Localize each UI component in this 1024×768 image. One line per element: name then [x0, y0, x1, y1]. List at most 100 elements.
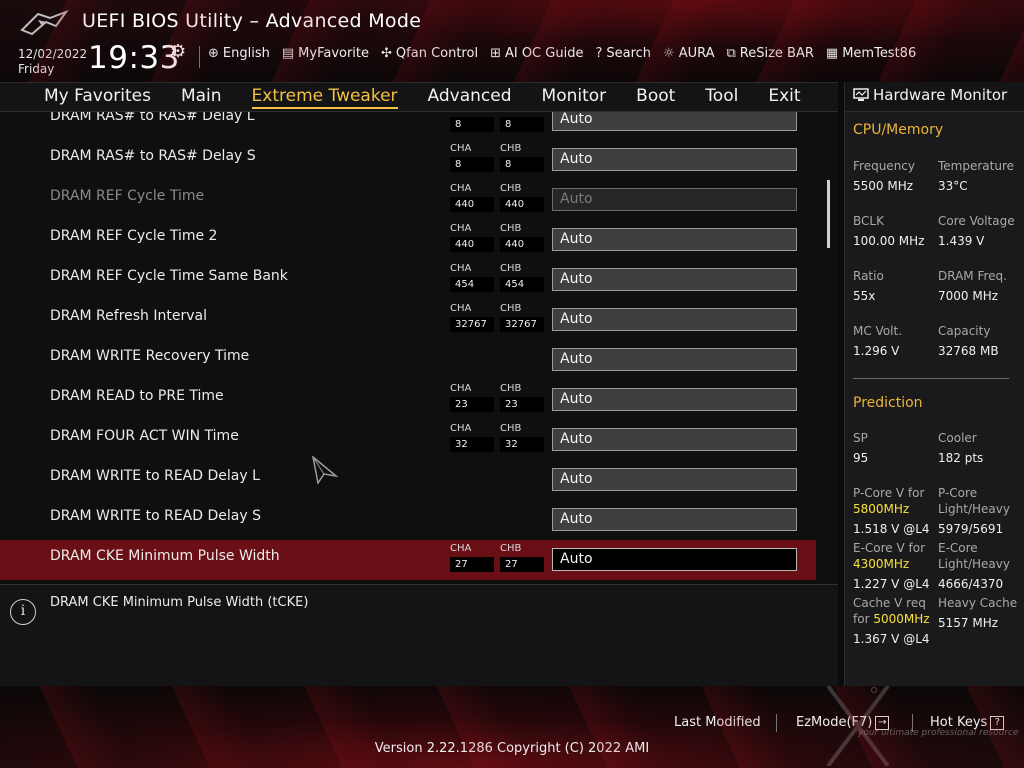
channel-b-readout: CHB 27 — [500, 543, 544, 572]
setting-row[interactable]: DRAM WRITE to READ Delay S Auto — [0, 500, 816, 540]
toolbar-item-qfan-control[interactable]: ✣ Qfan Control — [381, 46, 478, 61]
toolbar-label: MemTest86 — [842, 46, 917, 61]
stat-key: Ratio — [853, 269, 884, 283]
stat-value: 5500 MHz — [853, 179, 914, 193]
cpu-stat-capacity: Capacity 32768 MB — [938, 323, 999, 359]
setting-value-field[interactable]: Auto — [552, 308, 797, 331]
channel-value: 8 — [450, 117, 494, 132]
cpu-stat-bclk: BCLK 100.00 MHz — [853, 213, 924, 249]
last-modified-button[interactable]: Last Modified — [674, 715, 761, 730]
tab-advanced[interactable]: Advanced — [428, 86, 512, 109]
prediction-cooler: Cooler 182 pts — [938, 431, 984, 465]
setting-value-field[interactable]: Auto — [552, 428, 797, 451]
tab-main[interactable]: Main — [181, 86, 222, 109]
date-text: 12/02/2022 — [18, 47, 88, 61]
monitor-icon — [853, 88, 869, 101]
setting-row[interactable]: DRAM REF Cycle Time CHA 440 CHB 440 Auto — [0, 180, 816, 220]
cpu-stat-frequency: Frequency 5500 MHz — [853, 158, 915, 194]
channel-value: 23 — [450, 397, 494, 412]
tab-my-favorites[interactable]: My Favorites — [44, 86, 151, 109]
channel-caption: CHA — [450, 112, 494, 115]
toolbar-item-ai-oc-guide[interactable]: ⊞ AI OC Guide — [490, 46, 583, 61]
setting-value-field[interactable]: Auto — [552, 268, 797, 291]
prediction-ecore-v: E-Core V for 4300MHz 1.227 V @L4 — [853, 541, 930, 591]
channel-caption: CHB — [500, 543, 522, 554]
info-icon: i — [10, 599, 36, 625]
channel-a-readout: CHA 8 — [450, 112, 494, 132]
setting-value-field[interactable]: Auto — [552, 348, 797, 371]
setting-row[interactable]: DRAM Refresh Interval CHA 32767 CHB 32767 Aut… — [0, 300, 816, 340]
channel-value: 27 — [450, 557, 494, 572]
scrollbar-thumb[interactable] — [827, 180, 830, 248]
setting-value-field[interactable]: Auto — [552, 148, 797, 171]
gear-icon[interactable]: ⚙ — [170, 41, 186, 62]
channel-caption: CHA — [450, 223, 472, 234]
setting-value-field: Auto — [552, 188, 797, 211]
channel-caption: CHA — [450, 383, 472, 394]
setting-label: DRAM WRITE Recovery Time — [50, 348, 250, 364]
stat-key: MC Volt. — [853, 324, 903, 338]
channel-a-readout: CHA 440 — [450, 223, 494, 252]
toolbar-item-english[interactable]: ⊕ English — [208, 46, 270, 61]
setting-row[interactable]: DRAM REF Cycle Time 2 CHA 440 CHB 440 Auto — [0, 220, 816, 260]
channel-b-readout: CHB 23 — [500, 383, 544, 412]
stat-key: Core Voltage — [938, 214, 1015, 228]
ai-chip-icon: ⊞ — [490, 46, 501, 61]
setting-value-field[interactable]: Auto — [552, 388, 797, 411]
channel-value: 454 — [450, 277, 494, 292]
toolbar-item-aura[interactable]: ☼ AURA — [663, 46, 714, 61]
tab-monitor[interactable]: Monitor — [542, 86, 607, 109]
setting-row[interactable]: DRAM RAS# to RAS# Delay L CHA 8 CHB 8 Auto — [0, 112, 816, 140]
setting-value-field[interactable]: Auto — [552, 548, 797, 571]
setting-row[interactable]: DRAM REF Cycle Time Same Bank CHA 454 CHB 45… — [0, 260, 816, 300]
tab-boot[interactable]: Boot — [636, 86, 675, 109]
toolbar-label: MyFavorite — [298, 46, 370, 61]
channel-value: 32767 — [500, 317, 544, 332]
channel-a-readout: CHA 27 — [450, 543, 494, 572]
setting-row[interactable]: DRAM FOUR ACT WIN Time CHA 32 CHB 32 Auto — [0, 420, 816, 460]
toolbar-label: English — [222, 46, 270, 61]
footer-divider — [776, 714, 777, 732]
menu-tabs: My Favorites Main Extreme Tweaker Advanced M… — [44, 86, 831, 109]
tab-tool[interactable]: Tool — [705, 86, 738, 109]
setting-row[interactable]: DRAM CKE Minimum Pulse Width CHA 27 CHB 27 Au… — [0, 540, 816, 580]
setting-label: DRAM FOUR ACT WIN Time — [50, 428, 239, 444]
tab-exit[interactable]: Exit — [768, 86, 800, 109]
main-menu-bar: My Favorites Main Extreme Tweaker Advanced M… — [0, 82, 838, 112]
setting-value-field[interactable]: Auto — [552, 468, 797, 491]
setting-value-field[interactable]: Auto — [552, 228, 797, 251]
day-text: Friday — [18, 62, 55, 76]
hw-divider — [853, 378, 1009, 379]
footer-bar: Last Modified EzMode(F7) → Hot Keys? your… — [0, 686, 1024, 768]
setting-row[interactable]: DRAM RAS# to RAS# Delay S CHA 8 CHB 8 Auto — [0, 140, 816, 180]
setting-row[interactable]: DRAM READ to PRE Time CHA 23 CHB 23 Auto — [0, 380, 816, 420]
cpu-memory-heading: CPU/Memory — [853, 122, 944, 138]
toolbar-item-resize-bar[interactable]: ⧉ ReSize BAR — [727, 46, 814, 61]
setting-row[interactable]: DRAM WRITE to READ Delay L Auto — [0, 460, 816, 500]
setting-value-field[interactable]: Auto — [552, 112, 797, 131]
channel-caption: CHB — [500, 383, 522, 394]
toolbar-item-search[interactable]: ? Search — [595, 46, 651, 61]
cpu-stat-ratio: Ratio 55x — [853, 268, 884, 304]
channel-caption: CHA — [450, 303, 472, 314]
fan-icon: ✣ — [381, 46, 392, 61]
hardware-monitor-title: Hardware Monitor — [873, 86, 1008, 104]
channel-a-readout: CHA 32767 — [450, 303, 494, 332]
help-panel: i DRAM CKE Minimum Pulse Width (tCKE) — [0, 584, 838, 686]
setting-value-field[interactable]: Auto — [552, 508, 797, 531]
setting-row[interactable]: DRAM WRITE Recovery Time Auto — [0, 340, 816, 380]
toolbar-item-myfavorite[interactable]: ▤ MyFavorite — [282, 46, 369, 61]
settings-list: DRAM RAS# to RAS# Delay LCHA8CHB8AutoDRA… — [0, 112, 838, 584]
channel-value: 454 — [500, 277, 544, 292]
channel-caption: CHB — [500, 143, 522, 154]
prediction-sp: SP 95 — [853, 431, 869, 465]
tab-extreme-tweaker[interactable]: Extreme Tweaker — [251, 86, 398, 109]
channel-value: 440 — [500, 237, 544, 252]
toolbar: ⊕ English ▤ MyFavorite ✣ Qfan Control ⊞ AI OC G… — [208, 46, 916, 61]
search-icon: ? — [595, 46, 603, 61]
channel-caption: CHB — [500, 263, 522, 274]
toolbar-item-memtest86[interactable]: ▦ MemTest86 — [826, 46, 916, 61]
stat-value: 55x — [853, 289, 876, 303]
setting-label: DRAM CKE Minimum Pulse Width — [50, 548, 280, 564]
prediction-ecore-lh: E-Core Light/Heavy 4666/4370 — [938, 541, 1010, 591]
